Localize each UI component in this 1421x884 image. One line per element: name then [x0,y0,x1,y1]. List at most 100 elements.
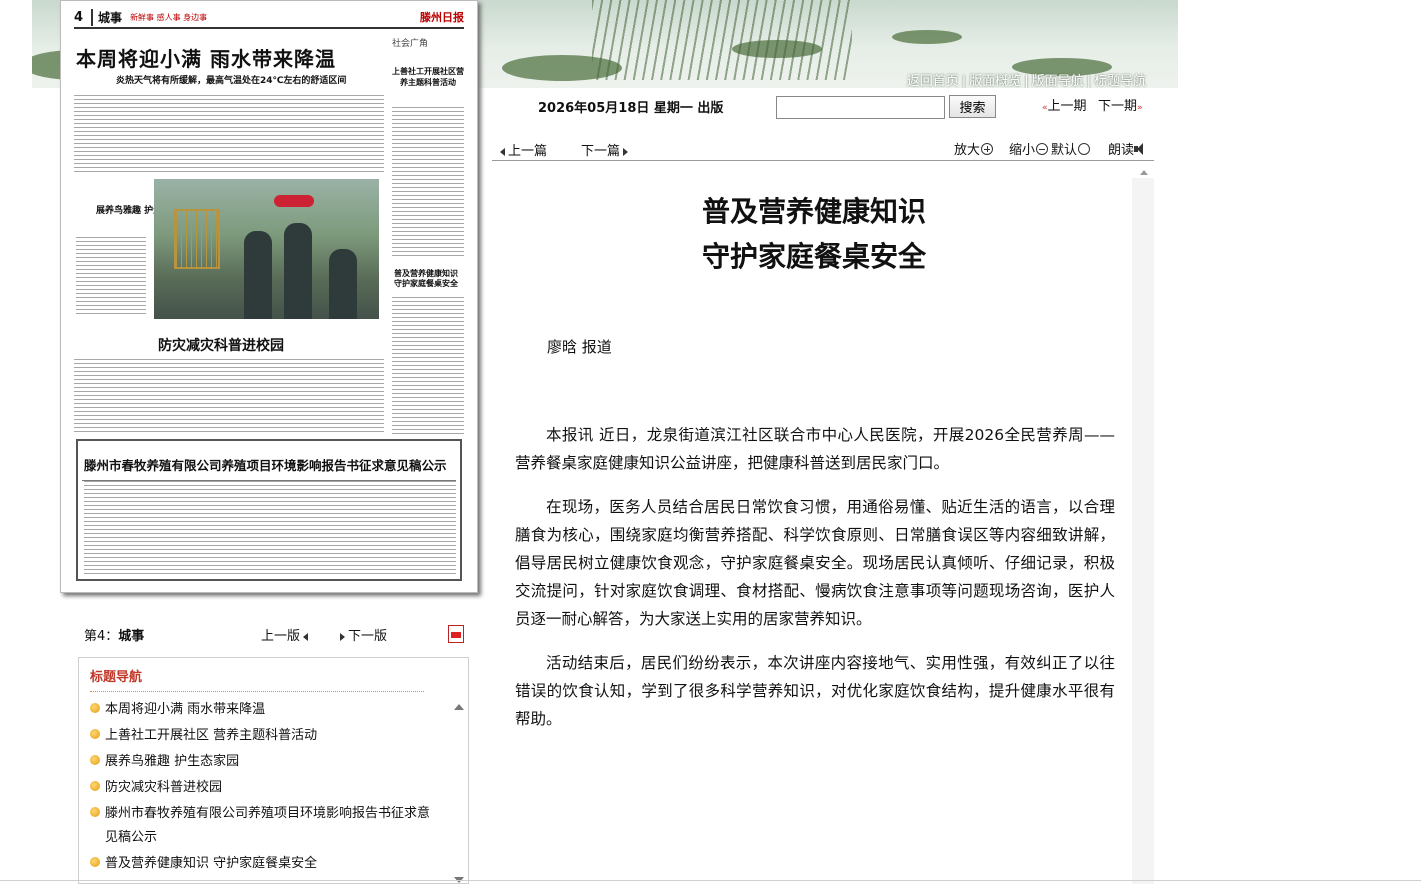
scroll-up-icon[interactable] [1140,170,1148,175]
search-input[interactable] [776,96,945,119]
title-nav-item-label: 展养鸟雅趣 护生态家园 [105,754,240,769]
title-nav-item[interactable]: 防灾减灾科普进校园 [89,776,441,800]
bullet-icon [90,703,100,713]
newspaper-side-tag: 社会广角 [392,39,429,49]
next-article-link[interactable]: 下一篇 [581,140,631,159]
divider [0,880,1421,881]
nav-page-link[interactable]: 版面导航 [1032,74,1084,88]
current-page-section: 城事 [118,629,145,644]
title-nav-list: 本周将迎小满 雨水带来降温 上善社工开展社区 营养主题科普活动 展养鸟雅趣 护生… [89,698,441,876]
pdf-icon[interactable] [448,625,464,643]
bullet-icon [90,781,100,791]
triangle-left-icon [303,632,309,641]
article-title-line-1: 普及营养健康知识 [701,195,926,228]
zoom-out-label: 缩小 [1009,143,1036,158]
zoom-in-button[interactable]: 放大 [954,139,994,158]
newspaper-text-block [84,481,456,575]
title-nav-item[interactable]: 普及营养健康知识 守护家庭餐桌安全 [89,852,441,876]
reeds-decoration [592,0,852,80]
newspaper-notice-title: 滕州市春牧养殖有限公司养殖项目环境影响报告书征求意见稿公示 [84,458,447,473]
read-aloud-label: 朗读 [1108,143,1135,158]
nav-title-link[interactable]: 标题导航 [1094,74,1146,88]
newspaper-text-block [392,297,464,435]
newspaper-text-block [74,359,384,435]
newspaper-photo [154,179,379,319]
current-page-prefix: 第4： [84,629,119,644]
newspaper-mini-title[interactable]: 普及营养健康知识 守护家庭餐桌安全 [390,269,462,289]
bullet-icon [90,729,100,739]
plus-circle-icon [981,143,994,155]
birdcage-shape [174,209,220,269]
newspaper-headline-2[interactable]: 防灾减灾科普进校园 [158,335,284,355]
prev-article-label: 上一篇 [508,144,548,159]
prev-page-label: 上一版 [261,629,301,644]
article-toolbar: 上一篇 下一篇 放大 缩小 默认 朗读 [492,134,1154,161]
title-nav-scrollbar[interactable] [453,700,465,883]
newspaper-page-image[interactable]: 4 城事 新鲜事 感人事 身边事 滕州日报 本周将迎小满 雨水带来降温 炎热天气… [60,0,478,593]
triangle-right-icon [340,632,345,641]
red-hat-shape [274,195,314,207]
article-byline: 廖晗 报道 [547,338,612,356]
nav-overview-link[interactable]: 版面概览 [969,74,1021,88]
divider [90,691,424,692]
title-nav-panel: 标题导航 本周将迎小满 雨水带来降温 上善社工开展社区 营养主题科普活动 展养鸟… [78,657,469,884]
circle-icon [1078,143,1091,155]
current-page-label: 第4：城事 [84,625,144,644]
article-paragraph: 活动结束后，居民们纷纷表示，本次讲座内容接地气、实用性强，有效纠正了以往错误的饮… [515,654,1115,728]
newspaper-text-block [392,107,464,257]
article-panel: 普及营养健康知识 守护家庭餐桌安全 廖晗 报道 本报讯 近日，龙泉街道滨江社区联… [492,162,1154,884]
double-right-arrow-icon: » [1137,103,1143,113]
prev-article-link[interactable]: 上一篇 [497,140,547,159]
person-silhouette [244,231,272,319]
title-nav-item[interactable]: 滕州市春牧养殖有限公司养殖项目环境影响报告书征求意见稿公示 [89,802,441,850]
title-nav-item[interactable]: 上善社工开展社区 营养主题科普活动 [89,724,441,748]
title-nav-item-label: 防灾减灾科普进校园 [105,780,223,795]
minus-circle-icon [1036,143,1049,155]
speaker-icon [1134,143,1148,155]
newspaper-subheadline: 炎热天气将有所缓解，最高气温处在24℃左右的舒适区间 [116,76,347,86]
issue-date: 2026年05月18日 星期一 出版 [538,101,724,116]
prev-issue-label: 上一期 [1047,99,1087,114]
article-scrollbar[interactable] [1132,178,1154,884]
search-button[interactable]: 搜索 [949,95,996,118]
newspaper-slogan: 新鲜事 感人事 身边事 [130,12,208,22]
article-paragraph: 本报讯 近日，龙泉街道滨江社区联合市中心人民医院，开展2026全民营养周——营养… [515,426,1115,472]
prev-issue-link[interactable]: «上一期 [1042,95,1087,114]
title-nav-item-label: 滕州市春牧养殖有限公司养殖项目环境影响报告书征求意见稿公示 [105,806,431,845]
bullet-icon [90,755,100,765]
lily-pad-decoration [892,30,962,44]
newspaper-text-block [74,95,384,175]
newspaper-headline[interactable]: 本周将迎小满 雨水带来降温 [76,43,336,72]
read-aloud-button[interactable]: 朗读 [1108,139,1148,158]
newspaper-text-block [76,237,146,317]
date-search-bar: 2026年05月18日 星期一 出版 搜索 «上一期 下一期» [492,88,1154,130]
next-page-link[interactable]: 下一版 [337,625,387,644]
zoom-in-label: 放大 [954,143,981,158]
title-nav-item-label: 上善社工开展社区 营养主题科普活动 [105,728,318,743]
next-page-label: 下一版 [348,629,388,644]
article-title-line-2: 守护家庭餐桌安全 [701,240,926,273]
triangle-left-icon [500,147,505,156]
zoom-out-button[interactable]: 缩小 [1009,139,1049,158]
newspaper-notice-box[interactable]: 滕州市春牧养殖有限公司养殖项目环境影响报告书征求意见稿公示 [76,439,462,581]
zoom-default-button[interactable]: 默认 [1051,139,1091,158]
newspaper-section: 城事 [91,8,122,26]
prev-page-link[interactable]: 上一版 [261,625,311,644]
nav-home-link[interactable]: 返回首页 [907,74,959,88]
newspaper-page: 4 城事 新鲜事 感人事 身边事 滕州日报 本周将迎小满 雨水带来降温 炎热天气… [74,7,464,587]
scroll-up-icon[interactable] [454,704,464,710]
person-silhouette [284,223,312,319]
title-nav-item[interactable]: 本周将迎小满 雨水带来降温 [89,698,441,722]
title-nav-item[interactable]: 展养鸟雅趣 护生态家园 [89,750,441,774]
triangle-right-icon [623,147,629,156]
newspaper-side-headline: 上善社工开展社区营养主题科普活动 [392,67,464,87]
person-silhouette [329,249,357,319]
newspaper-side-column[interactable]: 社会广角 上善社工开展社区营养主题科普活动 [392,39,464,88]
newspaper-page-number: 4 [74,9,84,25]
bullet-icon [90,857,100,867]
title-nav-heading: 标题导航 [90,670,143,685]
zoom-default-label: 默认 [1051,143,1078,158]
bullet-icon [90,807,100,817]
banner-nav: 返回首页 | 版面概览 | 版面导航 | 标题导航 [906,74,1146,88]
next-issue-link[interactable]: 下一期» [1098,95,1143,114]
